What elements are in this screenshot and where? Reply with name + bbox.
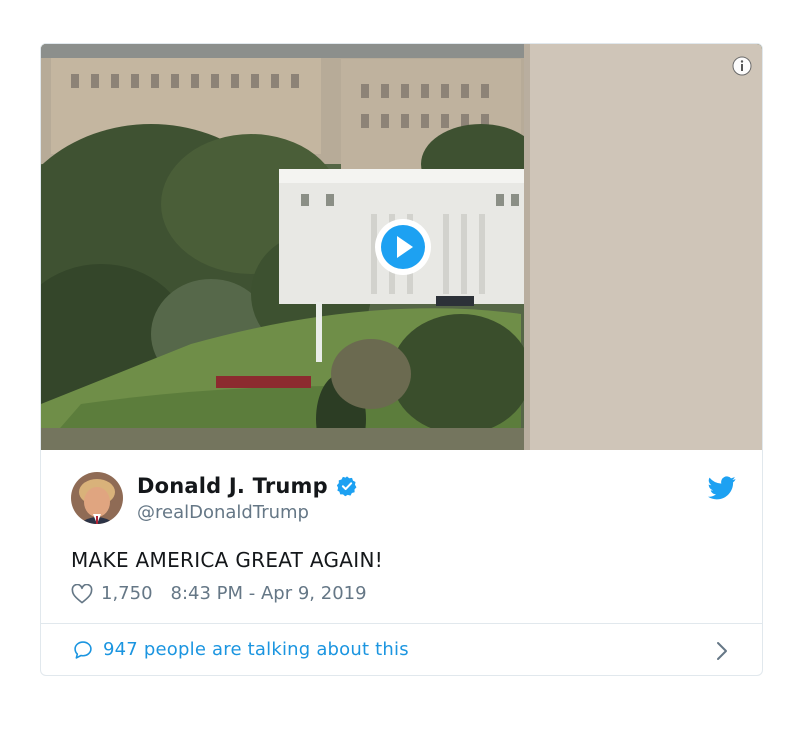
conversation-link[interactable]: 947 people are talking about this (41, 624, 762, 675)
chevron-right-icon[interactable] (716, 641, 728, 661)
talking-about-label[interactable]: 947 people are talking about this (103, 639, 409, 660)
play-icon[interactable] (374, 218, 432, 276)
verified-badge-icon (336, 476, 357, 497)
profile-photo-icon (71, 472, 123, 524)
name-row[interactable]: Donald J. Trump (137, 474, 358, 498)
tweet-text: MAKE AMERICA GREAT AGAIN! (71, 548, 384, 572)
like-count[interactable]: 1,750 (101, 583, 153, 604)
tweet-author: Donald J. Trump @realDonaldTrump (71, 472, 736, 528)
user-handle[interactable]: @realDonaldTrump (137, 502, 309, 523)
tweet-meta: 1,750 8:43 PM - Apr 9, 2019 (71, 583, 367, 604)
speech-bubble-icon (74, 641, 92, 659)
timestamp[interactable]: 8:43 PM - Apr 9, 2019 (171, 583, 367, 604)
tweet-card[interactable]: Donald J. Trump @realDonaldTrump MAKE AM… (40, 43, 763, 676)
avatar[interactable] (71, 472, 123, 524)
info-icon[interactable] (732, 56, 752, 76)
display-name[interactable]: Donald J. Trump (137, 474, 328, 498)
heart-icon[interactable] (71, 583, 93, 604)
video-thumbnail[interactable] (41, 44, 762, 450)
twitter-bird-icon[interactable] (708, 476, 736, 500)
